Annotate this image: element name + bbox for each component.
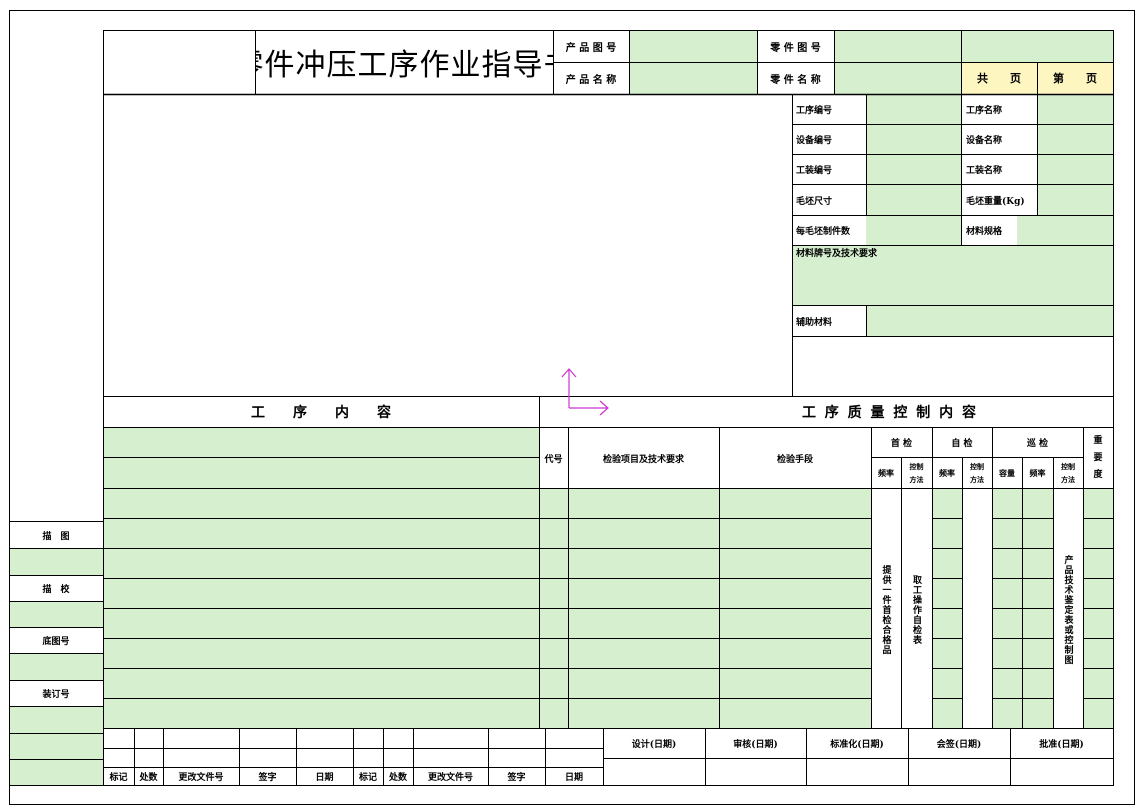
product-drawing-no-label: 产 品 图 号 [565, 43, 617, 54]
approve-label: 批准(日期) [1039, 740, 1084, 750]
material-grade-label: 材料牌号及技术要求 [796, 248, 878, 259]
blank-weight-label: 毛坯重量(Kg) [966, 196, 1025, 207]
page-title: 零件冲压工序作业指导书 [255, 48, 553, 83]
drawn-label: 描 图 [42, 531, 70, 542]
footer-date-2: 日期 [564, 773, 583, 783]
items-header: 检验项目及技术要求 [602, 454, 684, 465]
design-label: 设计(日期) [631, 740, 677, 750]
first-check-note: 提供一件首检合格品 [880, 565, 891, 655]
aux-material-label: 辅助材料 [796, 317, 833, 328]
self-check-method: 控制方法 [970, 462, 984, 484]
process-no-label: 工序编号 [796, 106, 833, 116]
part-name-label: 零 件 名 称 [770, 74, 821, 86]
patrol-method: 控制方法 [1061, 462, 1075, 484]
first-check-header: 首 检 [890, 439, 913, 449]
footer-count-1: 处数 [139, 773, 158, 783]
binding-no-label: 装订号 [42, 690, 70, 700]
self-check-note: 取工操作自检表 [911, 575, 921, 645]
process-content-heading: 工 序 内 容 [251, 405, 391, 421]
traced-label: 描 校 [42, 585, 70, 595]
base-drawing-no-label: 底图号 [42, 637, 70, 647]
means-header: 检验手段 [776, 454, 813, 465]
self-check-frequency: 频率 [939, 467, 955, 478]
code-header: 代号 [544, 454, 563, 465]
footer-count-2: 处数 [388, 773, 407, 783]
footer-change-doc-1: 更改文件号 [178, 773, 224, 783]
equipment-name-label: 设备名称 [966, 136, 1003, 146]
parts-per-blank-label: 每毛坯制件数 [796, 227, 851, 237]
material-spec-label: 材料规格 [966, 227, 1003, 237]
footer-change-doc-2: 更改文件号 [427, 773, 473, 783]
footer-mark-1: 标记 [109, 773, 128, 783]
page-no-label: 第 页 [1053, 72, 1097, 85]
equipment-no-label: 设备编号 [796, 136, 833, 146]
tooling-no-label: 工装编号 [796, 166, 833, 176]
origin-marker-icon [561, 368, 609, 416]
patrol-capacity: 容量 [999, 467, 1015, 478]
patrol-frequency: 频率 [1029, 467, 1046, 478]
footer-date-1: 日期 [315, 773, 334, 783]
total-pages-label: 共 页 [977, 72, 1021, 85]
product-name-label: 产 品 名 称 [565, 74, 617, 86]
patrol-note: 产品技术鉴定表或控制图 [1062, 555, 1073, 665]
quality-control-heading: 工 序 质 量 控 制 内 容 [801, 405, 979, 421]
importance-header: 重要度 [1093, 435, 1103, 480]
blank-size-label: 毛坯尺寸 [796, 196, 833, 207]
process-name-label: 工序名称 [966, 106, 1003, 116]
first-check-method: 控制方法 [909, 462, 924, 484]
countersign-label: 会签(日期) [936, 740, 982, 750]
patrol-check-header: 巡 检 [1026, 439, 1049, 449]
footer-mark-2: 标记 [358, 773, 377, 783]
footer-signature-1: 签字 [258, 773, 277, 783]
first-check-frequency: 频率 [878, 467, 894, 478]
self-check-header: 自 检 [951, 439, 973, 449]
tooling-name-label: 工装名称 [966, 166, 1003, 176]
part-drawing-no-label: 零 件 图 号 [770, 43, 821, 54]
standardize-label: 标准化(日期) [830, 740, 884, 750]
footer-signature-2: 签字 [507, 773, 526, 783]
review-label: 审核(日期) [733, 740, 778, 750]
